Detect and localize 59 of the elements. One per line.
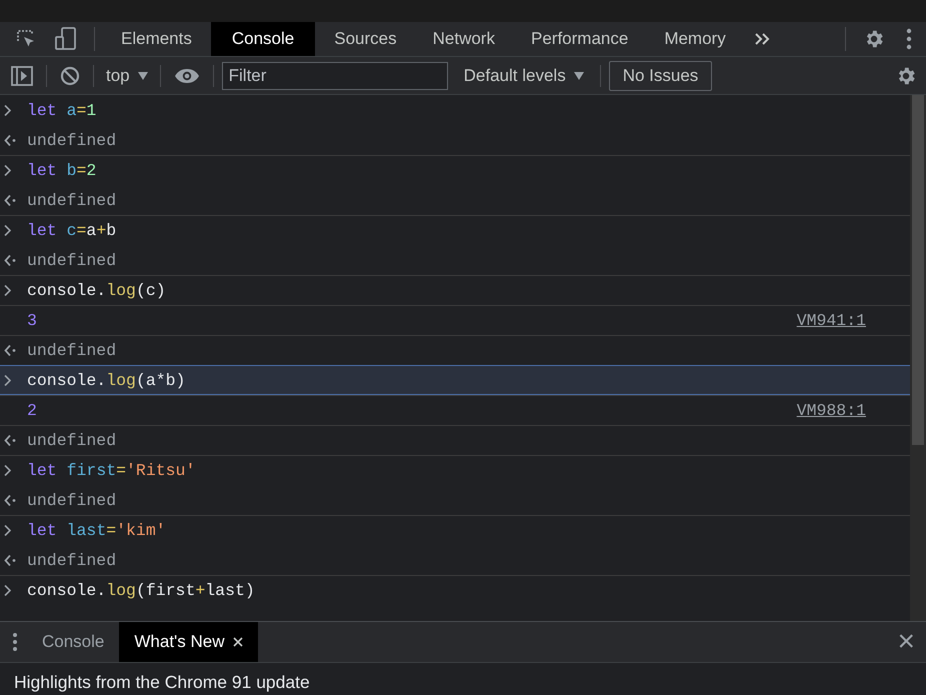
panel-tab[interactable]: Memory — [647, 22, 743, 56]
return-value: undefined — [27, 191, 116, 210]
eye-icon[interactable] — [174, 68, 200, 84]
return-value: undefined — [27, 251, 116, 270]
chevron-right-icon — [4, 374, 11, 386]
drawer-tab[interactable]: What's New — [119, 622, 258, 662]
chevron-right-icon — [4, 165, 11, 176]
panel-tab[interactable]: Network — [416, 22, 512, 56]
return-value: undefined — [27, 431, 116, 450]
input-code-text: let b=2 — [27, 161, 96, 180]
drawer-tab[interactable]: Console — [27, 622, 120, 662]
return-value: undefined — [27, 131, 116, 150]
log-levels-dropdown[interactable]: Default levels — [452, 66, 596, 86]
panel-tab[interactable]: Elements — [104, 22, 209, 56]
log-output: 3 — [27, 311, 37, 330]
input-code-text: let a=1 — [27, 101, 96, 120]
scrollbar-thumb[interactable] — [912, 95, 924, 445]
caret-icon — [574, 72, 584, 80]
close-drawer-button[interactable]: × — [897, 627, 915, 657]
chevron-right-icon — [4, 585, 11, 596]
context-dropdown[interactable]: top — [98, 66, 156, 86]
chevron-right-icon — [4, 465, 11, 476]
device-toolbar-icon[interactable] — [55, 27, 77, 51]
return-value: undefined — [27, 341, 116, 360]
return-arrow-icon — [4, 435, 16, 446]
input-code-text: let c=a+b — [27, 221, 116, 240]
log-output: 2 — [27, 401, 37, 420]
source-link[interactable]: VM941:1 — [796, 311, 866, 330]
close-icon[interactable] — [232, 637, 243, 647]
more-options-icon[interactable] — [12, 632, 18, 652]
caret-icon — [138, 72, 148, 80]
return-arrow-icon — [4, 345, 16, 356]
input-code-text: console.log(first+last) — [27, 581, 255, 600]
panel-tab[interactable]: Performance — [514, 22, 646, 56]
chevron-right-icon — [4, 225, 11, 236]
return-arrow-icon — [4, 195, 16, 206]
filter-field[interactable]: Filter — [222, 62, 448, 90]
input-code-text: let last='kim' — [27, 521, 166, 540]
input-code-text: console.log(a*b) — [27, 370, 186, 390]
chevron-right-icon — [4, 105, 11, 116]
return-arrow-icon — [4, 555, 16, 566]
return-arrow-icon — [4, 255, 16, 266]
more-tabs-icon[interactable] — [754, 32, 770, 46]
input-code-text: let first='Ritsu' — [27, 461, 196, 480]
chevron-right-icon — [4, 285, 11, 296]
clear-console-icon[interactable] — [60, 66, 80, 86]
return-value: undefined — [27, 551, 116, 570]
more-options-icon[interactable] — [906, 28, 912, 50]
source-link[interactable]: VM988:1 — [796, 401, 866, 420]
input-code-text: console.log(c) — [27, 281, 166, 300]
whats-new-heading: Highlights from the Chrome 91 update — [14, 672, 310, 692]
return-arrow-icon — [4, 495, 16, 506]
panel-tab[interactable]: Sources — [317, 22, 414, 56]
return-arrow-icon — [4, 135, 16, 146]
return-value: undefined — [27, 491, 116, 510]
issues-button[interactable]: No Issues — [608, 60, 712, 90]
panel-tab[interactable]: Console — [210, 22, 316, 56]
sidebar-toggle-icon[interactable] — [11, 66, 33, 86]
chevron-right-icon — [4, 525, 11, 536]
